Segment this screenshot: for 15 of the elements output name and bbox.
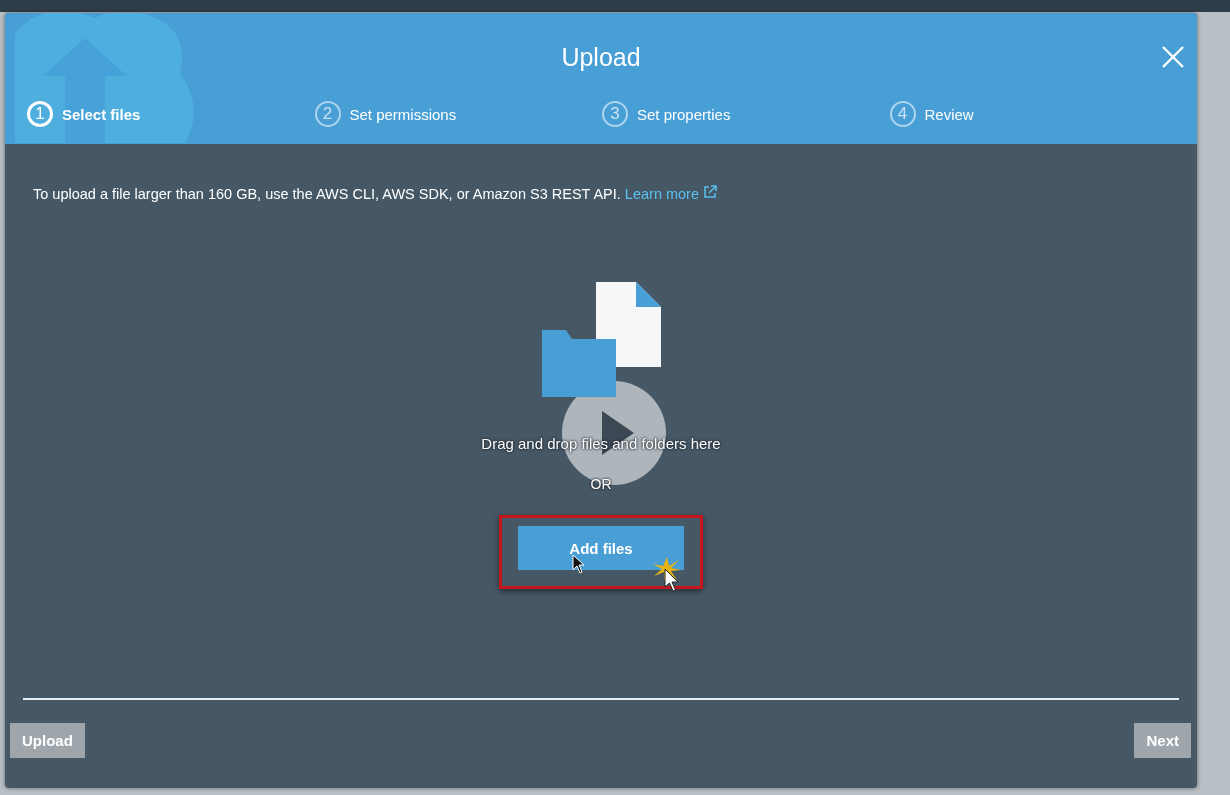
external-link-icon <box>703 184 719 199</box>
step-tab[interactable]: Set permissions <box>349 105 457 123</box>
cursor-icon <box>664 568 680 592</box>
step-number: 1 <box>27 101 53 127</box>
step-tab[interactable]: Review <box>924 105 974 123</box>
step-number: 4 <box>889 101 916 127</box>
upload-size-notice: To upload a file larger than 160 GB, use the AWS CLI, AWS SDK, or Amazon S3 REST API. Learn more <box>33 184 1169 202</box>
step-number: 2 <box>314 101 341 127</box>
add-files-button[interactable]: Add files <box>518 526 684 570</box>
dialog-title: Upload <box>561 42 641 72</box>
step-number: 3 <box>602 101 628 127</box>
step-tab[interactable]: Select files <box>62 105 141 123</box>
step-tab[interactable]: Set properties <box>637 105 731 123</box>
learn-more-link[interactable]: Learn more <box>624 186 719 202</box>
cursor-icon <box>572 554 586 574</box>
